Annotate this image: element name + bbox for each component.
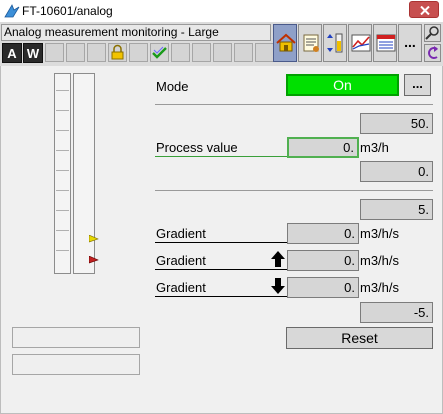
scale-tick xyxy=(56,230,69,231)
gradient-down-field[interactable]: 0. xyxy=(287,277,359,298)
notes-view-button[interactable] xyxy=(298,24,322,62)
mode-status[interactable]: On xyxy=(286,74,399,96)
scale-tick xyxy=(56,170,69,171)
status-box-3 xyxy=(87,43,106,62)
gradient-up-label: Gradient xyxy=(156,253,206,268)
process-value-unit: m3/h xyxy=(360,140,389,155)
app-icon xyxy=(4,3,20,19)
gradient-up-underline xyxy=(155,269,288,270)
gradient-field[interactable]: 0. xyxy=(287,223,359,244)
gradient-down-unit: m3/h/s xyxy=(360,280,400,295)
checkmark-icon xyxy=(152,46,167,59)
standard-view-button[interactable] xyxy=(273,24,297,62)
return-button[interactable] xyxy=(424,44,441,62)
status-box-2 xyxy=(66,43,85,62)
limits-icon xyxy=(327,33,343,53)
info-box-2 xyxy=(12,354,140,375)
gradient-unit: m3/h/s xyxy=(360,226,400,241)
process-value-label: Process value xyxy=(156,140,238,155)
close-icon xyxy=(420,6,430,15)
scale-tick xyxy=(56,130,69,131)
down-arrow-icon xyxy=(270,277,286,295)
status-box-7 xyxy=(171,43,190,62)
status-box-11 xyxy=(255,43,274,62)
trend-view-button[interactable] xyxy=(348,24,372,62)
divider xyxy=(155,190,433,191)
lock-status xyxy=(108,43,127,62)
manual-mode-button[interactable]: W xyxy=(23,43,43,63)
scale-tick xyxy=(56,210,69,211)
more-views-button[interactable]: ... xyxy=(398,24,422,62)
divider xyxy=(155,104,433,105)
alarm-list-icon xyxy=(376,34,396,52)
gradient-up-unit: m3/h/s xyxy=(360,253,400,268)
gradient-label: Gradient xyxy=(156,226,206,241)
faceplate-title: Analog measurement monitoring - Large xyxy=(1,24,271,41)
gradient-high-value[interactable]: 5. xyxy=(360,199,433,220)
acknowledge-status[interactable] xyxy=(150,43,169,62)
low-range-value[interactable]: 0. xyxy=(360,161,433,182)
scale-tick xyxy=(56,110,69,111)
mode-more-button[interactable]: ... xyxy=(404,74,431,96)
up-arrow-icon xyxy=(270,250,286,268)
status-box-9 xyxy=(213,43,232,62)
return-arrow-icon xyxy=(428,46,438,59)
home-icon xyxy=(276,33,296,52)
process-value-bar xyxy=(54,73,71,274)
status-box-1 xyxy=(45,43,64,62)
alarm-view-button[interactable] xyxy=(373,24,397,62)
lock-icon xyxy=(111,44,124,60)
scale-tick xyxy=(56,190,69,191)
process-value-underline xyxy=(155,156,289,157)
status-box-10 xyxy=(234,43,253,62)
gradient-low-value[interactable]: -5. xyxy=(360,302,433,323)
gradient-underline xyxy=(155,242,288,243)
status-box-5 xyxy=(129,43,148,62)
limits-view-button[interactable] xyxy=(323,24,347,62)
status-box-8 xyxy=(192,43,211,62)
scale-tick xyxy=(56,250,69,251)
window-title: FT-10601/analog xyxy=(22,4,113,18)
process-value-field[interactable]: 0. xyxy=(287,137,359,158)
gradient-down-label: Gradient xyxy=(156,280,206,295)
warning-limit-marker xyxy=(88,231,99,243)
magnifier-icon xyxy=(425,26,439,40)
gradient-up-field[interactable]: 0. xyxy=(287,250,359,271)
auto-mode-button[interactable]: A xyxy=(2,43,22,63)
scale-tick xyxy=(56,90,69,91)
scale-tick xyxy=(56,150,69,151)
alarm-limit-marker xyxy=(88,252,99,264)
close-button[interactable] xyxy=(409,1,439,18)
zoom-button[interactable] xyxy=(424,24,441,42)
high-range-value[interactable]: 50. xyxy=(360,113,433,134)
trend-icon xyxy=(351,34,371,52)
scroll-icon xyxy=(303,34,319,52)
reset-button[interactable]: Reset xyxy=(286,327,433,349)
gradient-down-underline xyxy=(155,296,288,297)
limits-bar xyxy=(73,73,95,274)
mode-label: Mode xyxy=(156,79,189,94)
info-box-1 xyxy=(12,327,140,348)
